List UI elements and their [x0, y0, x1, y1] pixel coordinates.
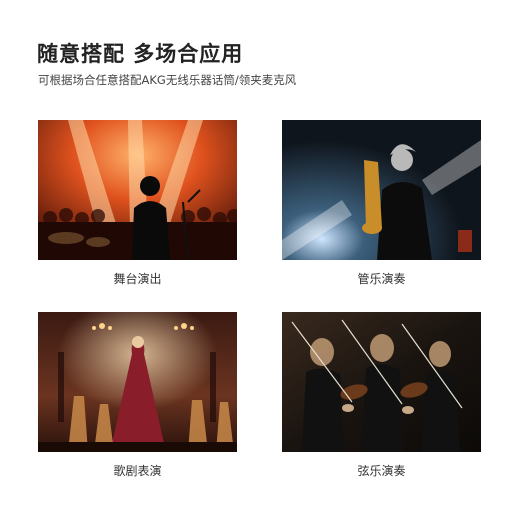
scene-caption-winds: 管乐演奏	[357, 272, 406, 286]
saxophone-performance-photo	[282, 120, 481, 260]
scene-card-strings: 弦乐演奏	[282, 312, 481, 479]
scene-card-winds: 管乐演奏	[282, 120, 481, 287]
page-title: 随意搭配 多场合应用	[37, 42, 244, 66]
scene-caption-strings: 弦乐演奏	[357, 464, 406, 478]
scene-caption-stage: 舞台演出	[113, 272, 162, 286]
scene-card-opera: 歌剧表演	[38, 312, 237, 479]
opera-performance-photo	[38, 312, 237, 452]
scene-card-stage: 舞台演出	[38, 120, 237, 287]
string-orchestra-photo	[282, 312, 481, 452]
stage-performance-photo	[38, 120, 237, 260]
page-subtitle: 可根据场合任意搭配AKG无线乐器话筒/领夹麦克风	[38, 73, 297, 87]
scene-caption-opera: 歌剧表演	[113, 464, 162, 478]
